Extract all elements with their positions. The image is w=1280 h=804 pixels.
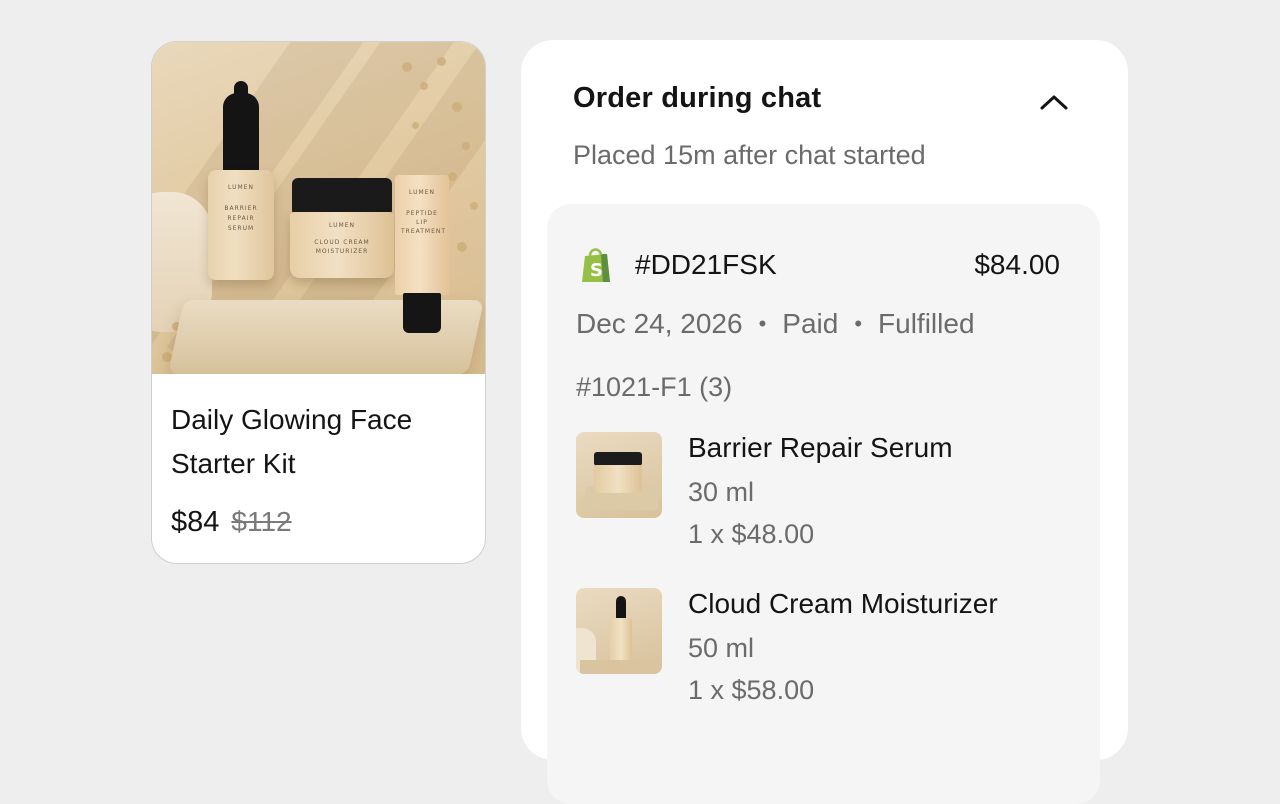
- svg-text:S: S: [590, 260, 603, 281]
- tube-brand: LUMEN: [409, 189, 435, 196]
- bottle-brand: LUMEN: [228, 184, 254, 191]
- serum-bottle-thumbnail: [576, 588, 662, 674]
- tube-label: PEPTIDE LIP TREATMENT: [401, 210, 447, 235]
- separator-dot: •: [854, 311, 863, 336]
- order-subtitle: Placed 15m after chat started: [573, 140, 926, 170]
- item-name: Cloud Cream Moisturizer: [688, 588, 998, 619]
- product-original-price: $112: [231, 506, 292, 537]
- order-title: Order during chat: [573, 82, 822, 114]
- order-panel: Order during chat Placed 15m after chat …: [521, 40, 1128, 804]
- jar-brand: LUMEN: [329, 222, 355, 229]
- collapse-button[interactable]: [1036, 88, 1072, 116]
- item-name: Barrier Repair Serum: [688, 432, 953, 463]
- bottle-label: BARRIER REPAIR SERUM: [224, 205, 258, 232]
- line-item[interactable]: Cloud Cream Moisturizer 50 ml 1 x $58.00: [576, 588, 998, 706]
- item-quantity-price: 1 x $58.00: [688, 675, 815, 705]
- item-variant: 30 ml: [688, 477, 755, 507]
- item-variant: 50 ml: [688, 633, 755, 663]
- order-meta: Dec 24, 2026 • Paid • Fulfilled: [576, 308, 975, 340]
- order-date: Dec 24, 2026: [576, 308, 743, 339]
- item-quantity-price: 1 x $48.00: [688, 519, 815, 549]
- product-card[interactable]: LUMEN BARRIER REPAIR SERUM LUMEN CLOUD C…: [151, 41, 486, 564]
- fulfillment-id: #1021-F1 (3): [576, 372, 733, 402]
- chevron-up-icon: [1040, 95, 1068, 110]
- product-price: $84: [171, 506, 220, 538]
- order-total: $84.00: [974, 249, 1060, 280]
- order-id[interactable]: #DD21FSK: [635, 249, 974, 281]
- payment-status: Paid: [782, 308, 839, 339]
- product-title: Daily Glowing Face Starter Kit: [171, 404, 413, 479]
- fulfillment-status: Fulfilled: [878, 308, 975, 339]
- shopify-bag-icon: S: [582, 248, 610, 282]
- cream-jar-thumbnail: [576, 432, 662, 518]
- line-item[interactable]: Barrier Repair Serum 30 ml 1 x $48.00: [576, 432, 953, 550]
- separator-dot: •: [758, 311, 767, 336]
- order-details: S #DD21FSK $84.00 Dec 24, 2026 • Paid • …: [547, 204, 1100, 804]
- product-image: LUMEN BARRIER REPAIR SERUM LUMEN CLOUD C…: [152, 42, 485, 374]
- jar-label: CLOUD CREAM MOISTURIZER: [314, 239, 370, 255]
